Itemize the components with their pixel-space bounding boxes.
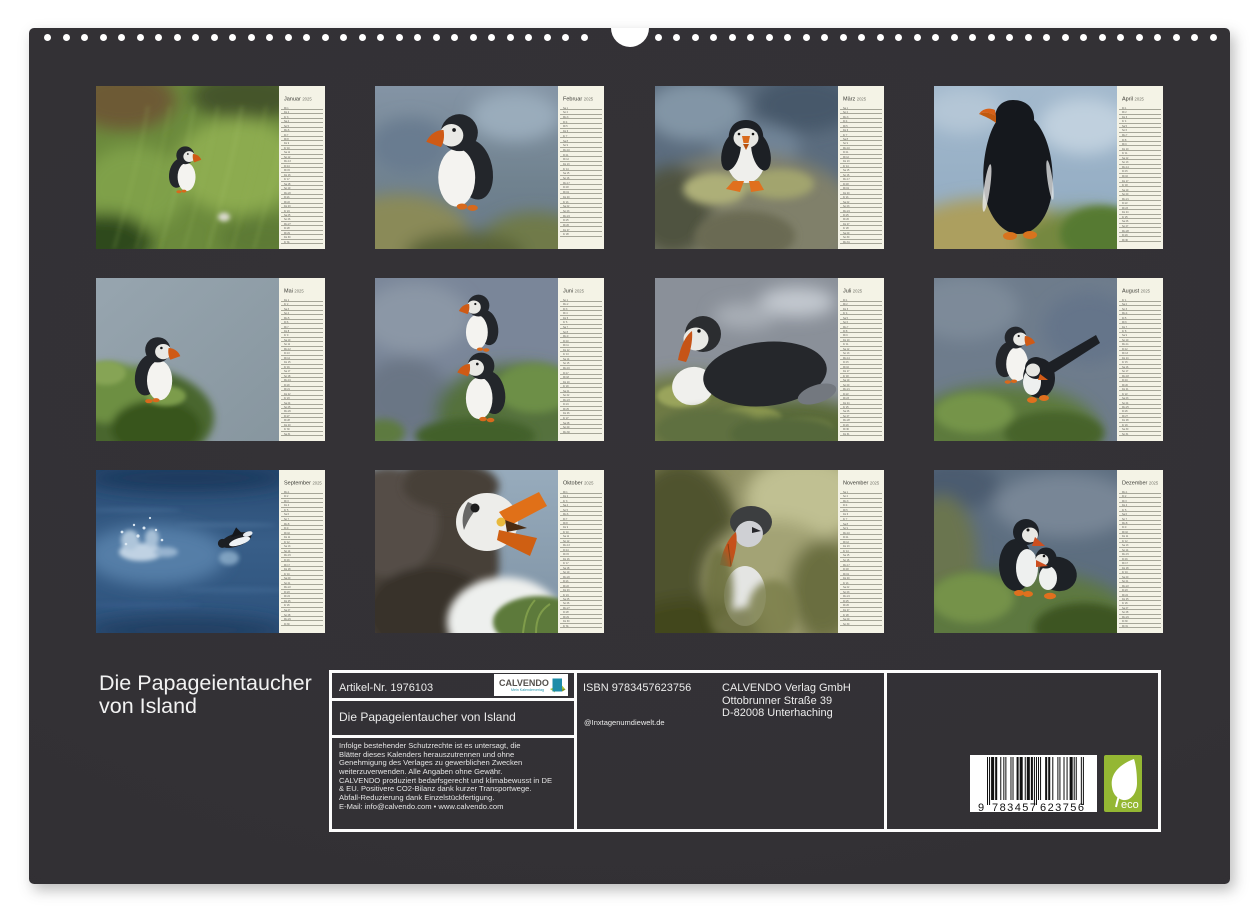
svg-text:eco: eco [1121,799,1139,811]
svg-text:9: 9 [978,802,984,812]
svg-text:623756: 623756 [1040,802,1084,812]
svg-text:783457: 783457 [992,802,1036,812]
